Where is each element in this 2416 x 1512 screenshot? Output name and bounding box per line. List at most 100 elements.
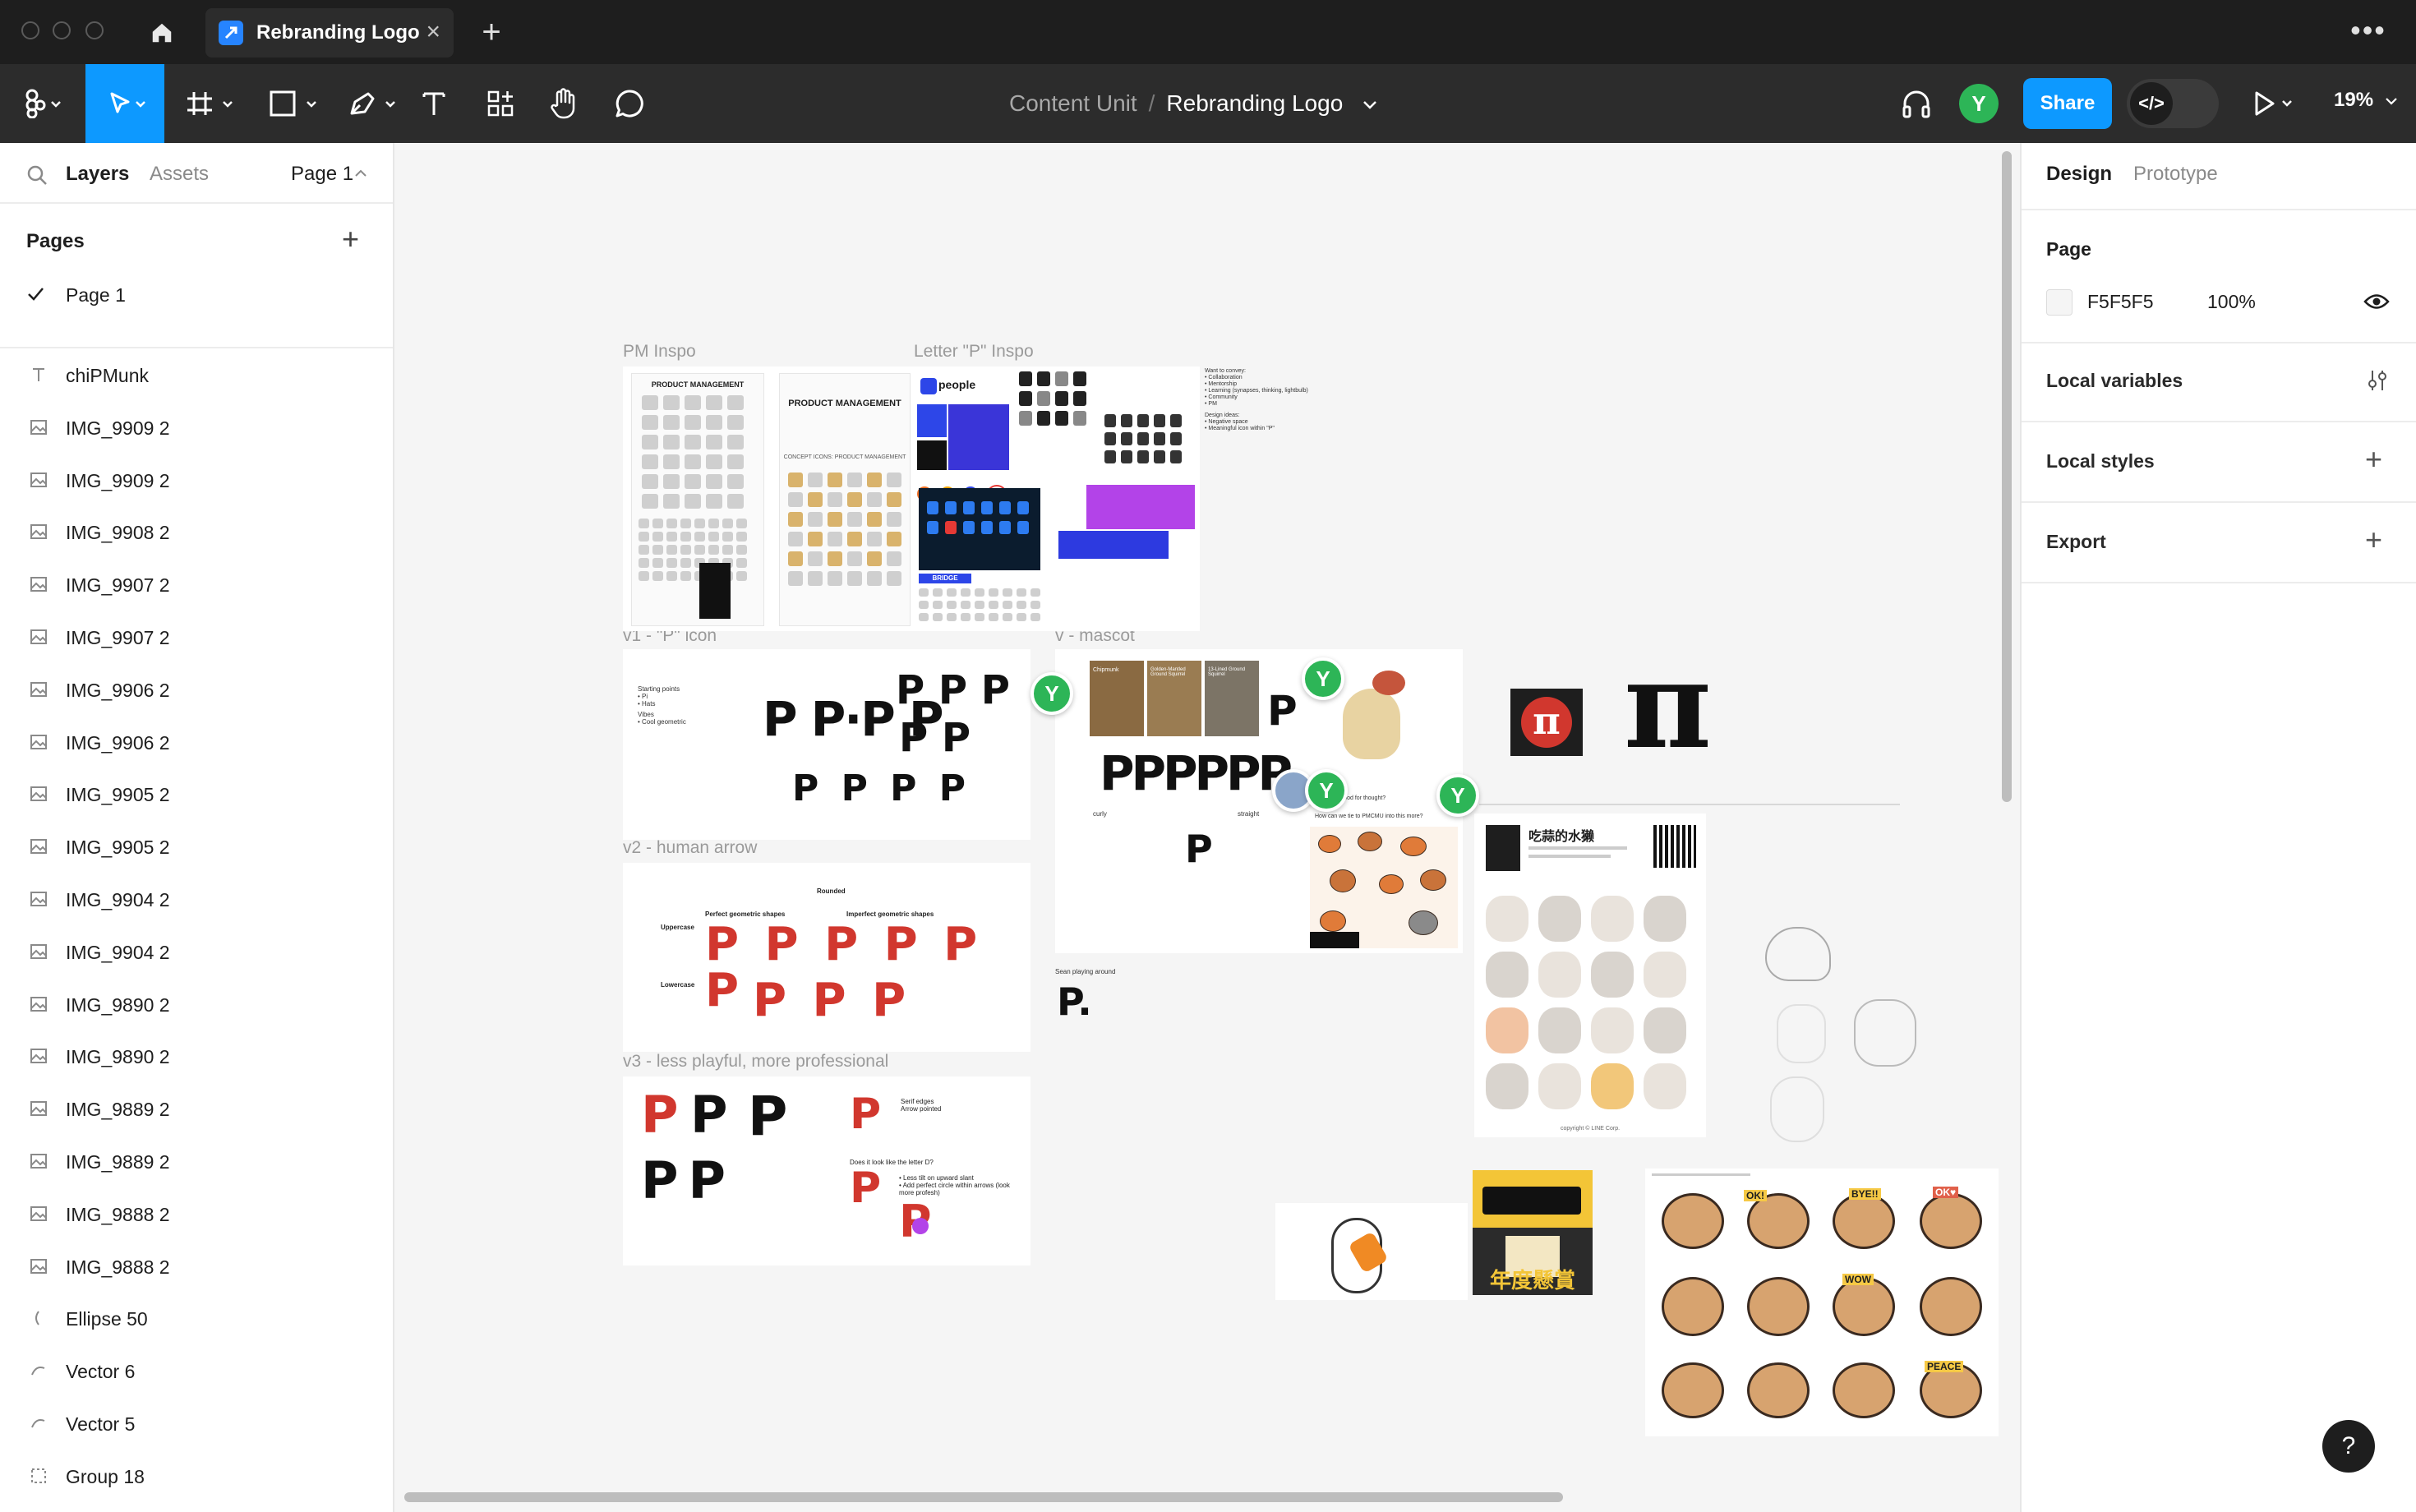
pi-logo-dark[interactable]: π (1510, 689, 1583, 756)
layer-row[interactable]: IMG_9889 2 (0, 1082, 393, 1135)
text-tool-button[interactable] (417, 64, 450, 143)
layer-row[interactable]: Vector 5 (0, 1397, 393, 1450)
layer-row[interactable]: IMG_9906 2 (0, 663, 393, 716)
help-button[interactable]: ? (2322, 1420, 2375, 1473)
page-color-swatch[interactable] (2046, 289, 2073, 316)
layer-row[interactable]: IMG_9888 2 (0, 1187, 393, 1240)
tab-assets[interactable]: Assets (150, 163, 209, 186)
chevron-up-icon[interactable] (355, 169, 367, 177)
note-line: Arrow pointed (901, 1105, 942, 1113)
hand-tool-button[interactable] (546, 64, 582, 143)
bunny-sticker-image[interactable] (1275, 1203, 1468, 1300)
main-menu-button[interactable] (12, 64, 72, 143)
search-icon[interactable] (26, 164, 48, 186)
dev-mode-toggle[interactable]: </> (2127, 79, 2219, 128)
chevron-down-icon[interactable] (1362, 100, 1377, 110)
vertical-scrollbar[interactable] (2002, 151, 2012, 802)
layer-row[interactable]: IMG_9909 2 (0, 454, 393, 506)
layer-row[interactable]: IMG_9904 2 (0, 925, 393, 978)
layer-name: chiPMunk (66, 365, 149, 386)
file-tab[interactable]: Rebranding Logo × (205, 8, 454, 58)
tab-design[interactable]: Design (2046, 163, 2112, 186)
layer-name: IMG_9906 2 (66, 679, 170, 701)
layer-row[interactable]: IMG_9905 2 (0, 820, 393, 873)
layer-row[interactable]: IMG_9905 2 (0, 768, 393, 820)
layer-row[interactable]: IMG_9904 2 (0, 873, 393, 925)
frame-label-v3[interactable]: v3 - less playful, more professional (623, 1052, 888, 1072)
layer-row[interactable]: IMG_9907 2 (0, 558, 393, 611)
layer-row[interactable]: IMG_9907 2 (0, 611, 393, 663)
breadcrumb-file-name[interactable]: Rebranding Logo (1166, 90, 1343, 116)
frame-label-letter-p-inspo[interactable]: Letter "P" Inspo (914, 342, 1034, 362)
v3-professional-frame[interactable]: P P P PP P Serif edges Arrow pointed Doe… (623, 1076, 1030, 1265)
layer-row[interactable]: IMG_9890 2 (0, 1030, 393, 1082)
pen-tool-button[interactable] (340, 64, 406, 143)
squirrel-sketch-2 (1854, 999, 1916, 1067)
shape-tool-button[interactable] (261, 64, 327, 143)
otter-sticker-sheet[interactable]: 吃蒜的水獭 copyright © LINE Corp. (1474, 814, 1706, 1137)
red-p-lowercase-row: P P P (753, 974, 911, 1027)
banner-image[interactable]: 年度懸賞 (1473, 1170, 1593, 1295)
collaborator-cursor[interactable]: Y (1436, 774, 1479, 817)
otter-sticker-sheet-2[interactable]: OK! BYE!! OK♥ WOW PEACE (1645, 1169, 1999, 1436)
user-avatar[interactable]: Y (1959, 84, 1999, 123)
horizontal-scrollbar[interactable] (404, 1492, 1563, 1502)
share-button[interactable]: Share (2023, 78, 2112, 129)
page-selector[interactable]: Page 1 (291, 163, 353, 186)
zoom-level[interactable]: 19% (2334, 89, 2397, 112)
close-tab-icon[interactable]: × (426, 20, 440, 44)
photo-caption: Golden-Mantled Ground Squirrel (1150, 667, 1186, 677)
maximize-window-button[interactable] (85, 21, 104, 39)
page-color-value[interactable]: F5F5F5 (2087, 291, 2154, 313)
layer-row[interactable]: chiPMunk (0, 348, 393, 401)
layer-row[interactable]: Ellipse 50 (0, 1292, 393, 1344)
present-button[interactable] (2252, 89, 2298, 118)
pm-card-subtitle: CONCEPT ICONS: PRODUCT MANAGEMENT (783, 454, 906, 460)
layer-row[interactable]: IMG_9890 2 (0, 978, 393, 1030)
image-icon (26, 781, 51, 806)
frame-tool-button[interactable] (178, 64, 243, 143)
v1-p-icon-frame[interactable]: Starting points • Pi • Hats Vibes • Cool… (623, 649, 1030, 840)
layer-row[interactable]: IMG_9908 2 (0, 505, 393, 558)
page-list-item[interactable]: Page 1 (0, 276, 393, 314)
layer-row[interactable]: Vector 6 (0, 1344, 393, 1397)
frame-label-v2[interactable]: v2 - human arrow (623, 838, 757, 858)
layer-row[interactable]: IMG_9889 2 (0, 1135, 393, 1187)
audio-call-button[interactable] (1900, 87, 1933, 120)
export-heading[interactable]: Export (2046, 531, 2106, 553)
local-variables-heading[interactable]: Local variables (2046, 370, 2183, 392)
v-mascot-frame[interactable]: Chipmunk Golden-Mantled Ground Squirrel … (1055, 649, 1463, 953)
variables-sliders-icon[interactable] (2365, 368, 2390, 393)
new-tab-button[interactable]: + (475, 16, 508, 49)
collaborator-cursor[interactable]: Y (1030, 672, 1073, 715)
resources-button[interactable] (482, 64, 519, 143)
layer-row[interactable]: IMG_9909 2 (0, 401, 393, 454)
comment-tool-button[interactable] (611, 64, 648, 143)
layer-row[interactable]: Group 18 (0, 1450, 393, 1502)
v2-human-arrow-frame[interactable]: Rounded Perfect geometric shapes Imperfe… (623, 863, 1030, 1052)
add-style-button[interactable]: + (2365, 442, 2382, 477)
close-window-button[interactable] (21, 21, 39, 39)
layer-row[interactable]: IMG_9906 2 (0, 716, 393, 768)
more-menu-button[interactable]: ••• (2349, 16, 2388, 49)
home-button[interactable] (131, 12, 192, 54)
collaborator-cursor[interactable]: Y (1305, 769, 1348, 812)
url-line (1479, 804, 1900, 805)
move-tool-button[interactable] (85, 64, 164, 143)
layer-row[interactable]: IMG_9888 2 (0, 1240, 393, 1293)
pi-logo-large[interactable]: π (1624, 646, 1712, 766)
add-page-button[interactable]: + (342, 222, 359, 256)
breadcrumb-project[interactable]: Content Unit (1009, 90, 1137, 116)
tab-layers[interactable]: Layers (66, 163, 129, 186)
note-line: • Hats (638, 700, 656, 708)
local-styles-heading[interactable]: Local styles (2046, 450, 2155, 472)
page-opacity-value[interactable]: 100% (2207, 291, 2256, 313)
add-export-button[interactable]: + (2365, 523, 2382, 557)
tab-prototype[interactable]: Prototype (2133, 163, 2218, 186)
minimize-window-button[interactable] (53, 21, 71, 39)
frame-label-pm-inspo[interactable]: PM Inspo (623, 342, 696, 362)
eye-icon[interactable] (2363, 293, 2390, 311)
letter-p-inspo-frame[interactable]: people BRIDGE (914, 366, 1198, 631)
layer-name: IMG_9907 2 (66, 627, 170, 648)
collaborator-cursor[interactable]: Y (1302, 657, 1344, 700)
